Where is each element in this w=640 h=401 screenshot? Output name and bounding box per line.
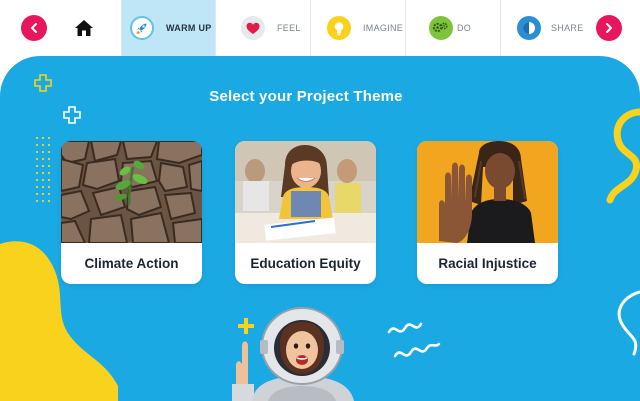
- page-title: Select your Project Theme: [209, 88, 403, 105]
- white-swirl-decoration: [617, 290, 640, 356]
- squiggle-decoration: [387, 322, 441, 358]
- student-at-desk-photo: [235, 141, 376, 243]
- chevron-left-icon: [31, 23, 37, 33]
- top-navigation: WARM UP FEEL IMAGINE DO SHARE: [0, 0, 640, 56]
- dot-grid-decoration: [35, 136, 51, 203]
- home-button[interactable]: [70, 14, 98, 42]
- theme-card-label: Racial Injustice: [438, 256, 537, 271]
- theme-card-label: Climate Action: [84, 256, 179, 271]
- tab-imagine[interactable]: IMAGINE: [311, 0, 405, 56]
- tab-feel[interactable]: FEEL: [216, 0, 310, 56]
- child-astronaut-illustration: [232, 307, 354, 401]
- tab-share[interactable]: SHARE: [501, 0, 595, 56]
- yellow-swirl-decoration: [606, 108, 640, 204]
- next-step-button[interactable]: [596, 15, 622, 41]
- share-icon: [517, 16, 541, 40]
- tab-imagine-label: IMAGINE: [363, 23, 404, 33]
- theme-card-education-equity[interactable]: Education Equity: [235, 141, 376, 284]
- theme-card-racial-injustice[interactable]: Racial Injustice: [417, 141, 558, 284]
- home-icon: [75, 20, 93, 36]
- raised-hand-stop-photo: [417, 141, 558, 243]
- cracked-earth-seedling-photo: [61, 141, 202, 243]
- prev-step-button[interactable]: [21, 15, 47, 41]
- chevron-right-icon: [606, 23, 612, 33]
- gears-icon: [429, 16, 453, 40]
- main-area: Select your Project Theme Climate Action…: [0, 56, 640, 401]
- tab-feel-label: FEEL: [277, 23, 301, 33]
- rocket-icon: [130, 16, 154, 40]
- tab-warm-up-label: WARM UP: [166, 23, 212, 33]
- tab-do-label: DO: [457, 23, 472, 33]
- lightbulb-icon: [327, 16, 351, 40]
- plus-outline-icon: [63, 106, 81, 124]
- theme-panel: Select your Project Theme Climate Action…: [0, 56, 640, 401]
- tab-share-label: SHARE: [551, 23, 584, 33]
- theme-card-label: Education Equity: [250, 256, 361, 271]
- theme-card-climate-action[interactable]: Climate Action: [61, 141, 202, 284]
- tab-warm-up[interactable]: WARM UP: [122, 0, 215, 56]
- heart-icon: [241, 16, 265, 40]
- tab-do[interactable]: DO: [406, 0, 500, 56]
